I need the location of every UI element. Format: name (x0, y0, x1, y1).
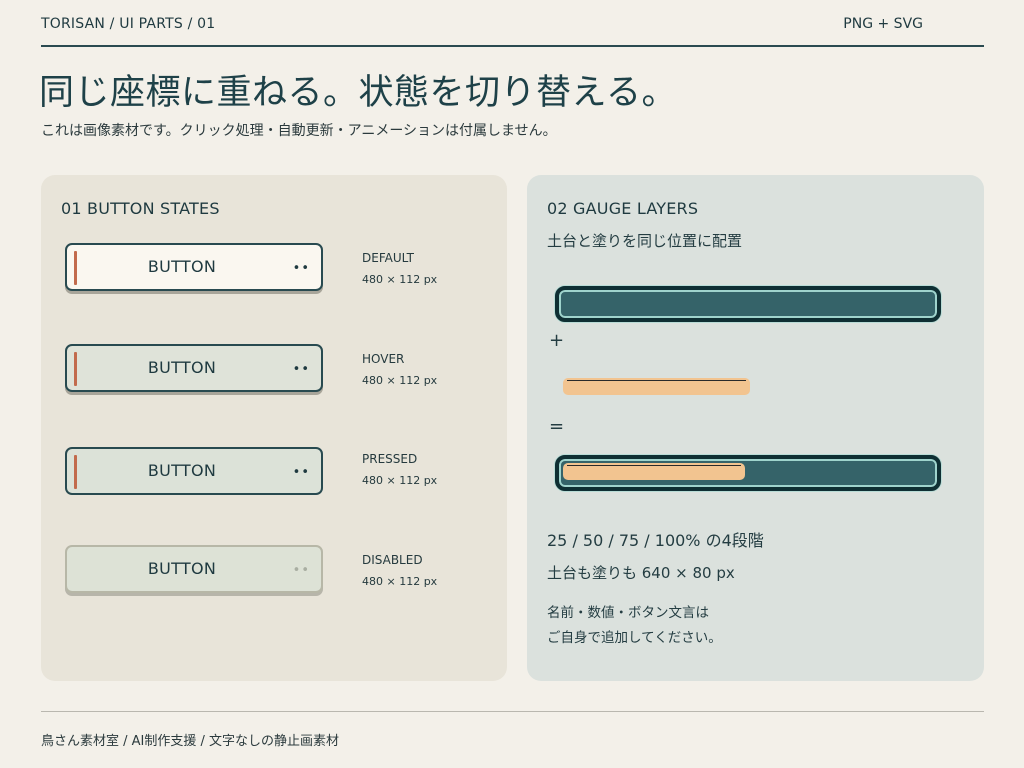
dots-icon: •• (292, 261, 310, 276)
page-subtitle: これは画像素材です。クリック処理・自動更新・アニメーションは付属しません。 (41, 123, 557, 139)
button-default-preview: BUTTON •• (65, 243, 323, 291)
gauge-combined-fill (563, 463, 745, 480)
button-label: BUTTON (147, 358, 217, 377)
gauge-layers-heading: 02 GAUGE LAYERS (547, 199, 699, 218)
button-disabled-preview: BUTTON •• (65, 545, 323, 593)
state-size-disabled: 480 × 112 px (362, 575, 438, 588)
top-bar: TORISAN / UI PARTS / 01 PNG + SVG (41, 14, 984, 47)
instruction-note-line1: 名前・数値・ボタン文言は (547, 605, 709, 621)
gauge-fill-highlight (567, 465, 741, 466)
state-name-default: DEFAULT (362, 251, 414, 265)
button-label: BUTTON (147, 461, 217, 480)
dots-icon: •• (292, 465, 310, 480)
footer-divider (41, 711, 984, 712)
gauge-fill-highlight (567, 380, 746, 381)
state-name-hover: HOVER (362, 352, 405, 366)
steps-note: 25 / 50 / 75 / 100% の4段階 (547, 531, 764, 550)
button-states-heading: 01 BUTTON STATES (61, 199, 220, 218)
state-name-pressed: PRESSED (362, 452, 418, 466)
button-pressed-preview: BUTTON •• (65, 447, 323, 495)
footer-credits: 鳥さん素材室 / AI制作支援 / 文字なしの静止画素材 (41, 734, 340, 749)
equals-sign: = (549, 416, 565, 437)
button-hover-preview: BUTTON •• (65, 344, 323, 392)
gauge-fill-layer (563, 378, 750, 395)
dots-icon: •• (292, 362, 310, 377)
gauge-layers-subheading: 土台と塗りを同じ位置に配置 (547, 232, 743, 250)
button-label: BUTTON (147, 257, 217, 276)
state-name-disabled: DISABLED (362, 553, 423, 567)
plus-sign: + (549, 330, 565, 351)
page-title: 同じ座標に重ねる。状態を切り替える。 (39, 73, 677, 113)
button-label: BUTTON (147, 559, 217, 578)
gauge-combined (555, 455, 941, 491)
state-size-pressed: 480 × 112 px (362, 474, 438, 487)
brand-label: TORISAN / UI PARTS / 01 (41, 16, 216, 32)
button-states-panel: 01 BUTTON STATES BUTTON •• DEFAULT 480 ×… (41, 175, 507, 681)
size-note: 土台も塗りも 640 × 80 px (547, 564, 735, 582)
instruction-note-line2: ご自身で追加してください。 (547, 630, 722, 646)
gauge-base-layer (555, 286, 941, 322)
state-size-hover: 480 × 112 px (362, 374, 438, 387)
dots-icon: •• (292, 563, 310, 578)
gauge-layers-panel: 02 GAUGE LAYERS 土台と塗りを同じ位置に配置 + = 25 / 5… (527, 175, 984, 681)
state-size-default: 480 × 112 px (362, 273, 438, 286)
format-label: PNG + SVG (843, 16, 923, 32)
